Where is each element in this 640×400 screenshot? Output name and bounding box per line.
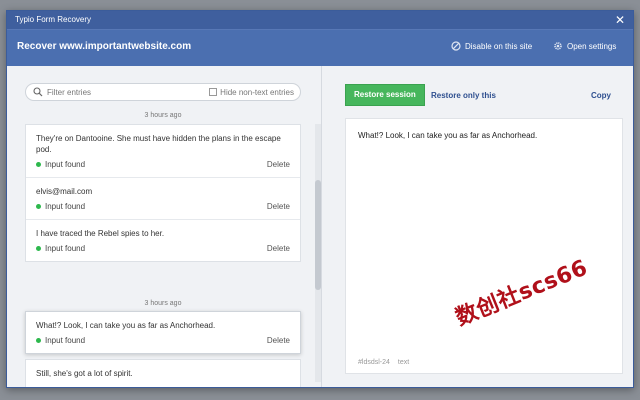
entry-group: They're on Dantooine. She must have hidd… — [25, 124, 301, 262]
copy-link[interactable]: Copy — [591, 91, 611, 100]
gear-icon — [554, 42, 562, 50]
delete-button[interactable]: Delete — [267, 160, 290, 169]
hide-non-text-label: Hide non-text entries — [220, 87, 294, 97]
filter-input[interactable] — [47, 87, 197, 97]
hide-non-text-option[interactable]: Hide non-text entries — [209, 88, 294, 97]
status-dot — [36, 204, 41, 209]
list-item[interactable]: I have traced the Rebel spies to her. In… — [26, 220, 300, 261]
page-title: Recover www.importantwebsite.com — [17, 41, 192, 52]
delete-button[interactable]: Delete — [267, 202, 290, 211]
entry-group: Still, she's got a lot of spirit. — [25, 359, 301, 387]
window-title: Typio Form Recovery — [15, 15, 92, 24]
list-item-selected[interactable]: What!? Look, I can take you as far as An… — [26, 312, 300, 353]
open-settings-button[interactable]: Open settings — [553, 41, 616, 51]
status-dot — [36, 162, 41, 167]
group-time-label: 3 hours ago — [144, 300, 182, 307]
status-dot — [36, 338, 41, 343]
entry-id: #ldsdsl-24 — [358, 359, 390, 366]
entry-group-selected: What!? Look, I can take you as far as An… — [25, 311, 301, 354]
preview-meta: #ldsdsl-24 text — [358, 359, 409, 366]
content-area: Hide non-text entries 3 hours ago They'r… — [7, 66, 633, 387]
status-badge: Input found — [36, 336, 85, 345]
disable-label: Disable on this site — [465, 41, 533, 51]
entry-text: They're on Dantooine. She must have hidd… — [36, 134, 281, 154]
entry-text: elvis@mail.com — [36, 187, 93, 196]
header-bar: Recover www.importantwebsite.com Disable… — [7, 29, 633, 66]
block-icon — [451, 41, 461, 51]
preview-pane: Restore session Restore only this Copy W… — [321, 66, 633, 387]
entry-text: I have traced the Rebel spies to her. — [36, 229, 165, 238]
status-badge: Input found — [36, 160, 85, 169]
disable-on-site-button[interactable]: Disable on this site — [451, 41, 532, 51]
search-icon — [33, 87, 43, 97]
status-badge: Input found — [36, 244, 85, 253]
recovery-dialog: Typio Form Recovery ✕ Recover www.import… — [6, 10, 634, 388]
close-icon[interactable]: ✕ — [615, 11, 625, 29]
delete-button[interactable]: Delete — [267, 336, 290, 345]
restore-session-button[interactable]: Restore session — [345, 84, 425, 106]
entry-text: What!? Look, I can take you as far as An… — [36, 321, 216, 330]
entry-type: text — [397, 359, 410, 366]
preview-box: What!? Look, I can take you as far as An… — [345, 118, 623, 374]
delete-button[interactable]: Delete — [267, 244, 290, 253]
status-badge: Input found — [36, 202, 85, 211]
preview-text: What!? Look, I can take you as far as An… — [358, 131, 538, 140]
settings-label: Open settings — [567, 41, 617, 51]
group-time-label: 3 hours ago — [144, 112, 182, 119]
filter-bar: Hide non-text entries — [25, 83, 301, 101]
status-dot — [36, 246, 41, 251]
list-item[interactable]: They're on Dantooine. She must have hidd… — [26, 125, 300, 178]
restore-only-this-link[interactable]: Restore only this — [431, 91, 496, 100]
entry-text: Still, she's got a lot of spirit. — [36, 369, 133, 378]
hide-non-text-checkbox[interactable] — [209, 88, 218, 96]
list-item[interactable]: elvis@mail.com Input found Delete — [26, 178, 300, 220]
title-bar: Typio Form Recovery ✕ — [7, 11, 633, 29]
list-item[interactable]: Still, she's got a lot of spirit. — [26, 360, 300, 379]
entries-pane: Hide non-text entries 3 hours ago They'r… — [7, 66, 321, 387]
